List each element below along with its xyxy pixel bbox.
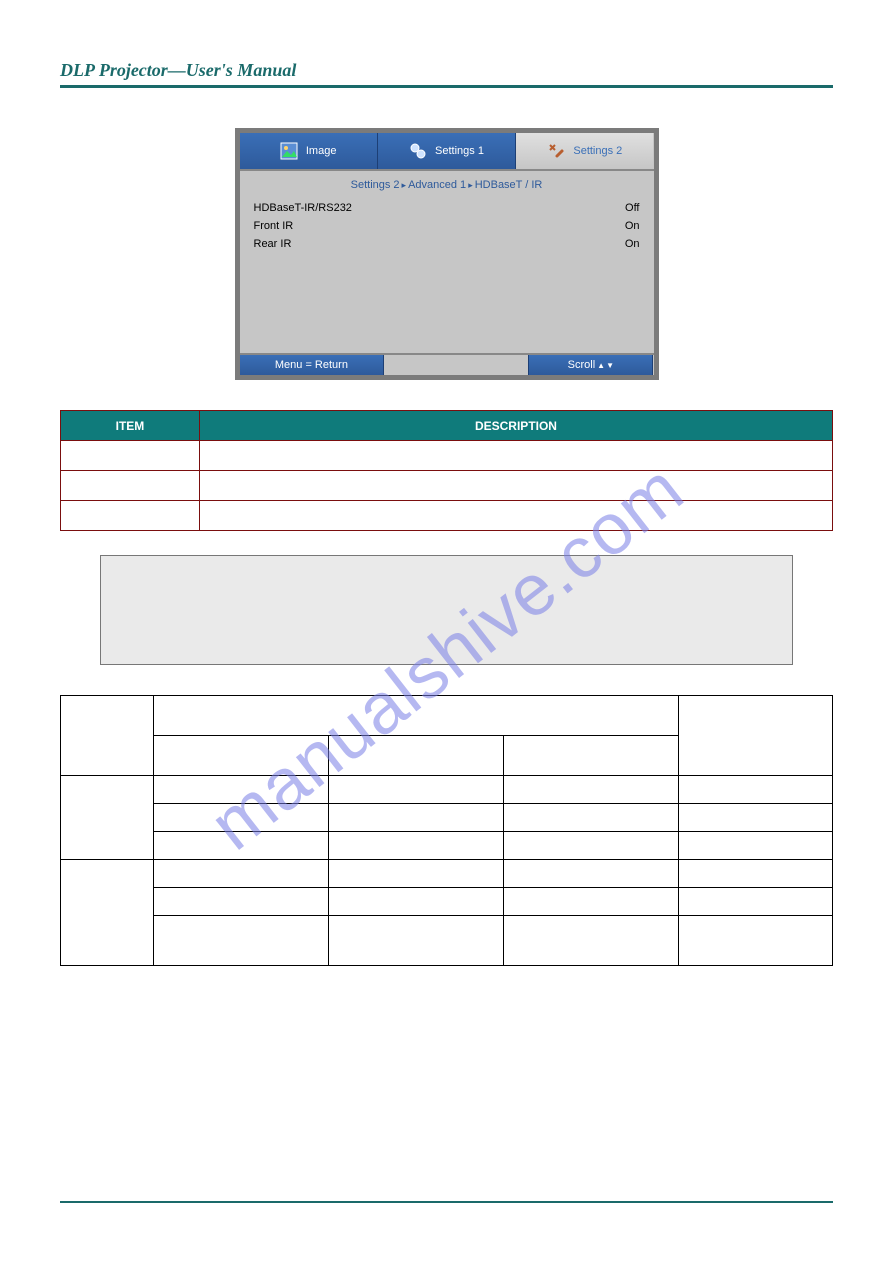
table-row xyxy=(61,501,833,531)
note-box xyxy=(100,555,793,665)
image-icon xyxy=(280,142,298,160)
th xyxy=(61,696,154,776)
item-description-table: ITEM DESCRIPTION xyxy=(60,410,833,531)
gear-icon xyxy=(409,142,427,160)
th xyxy=(328,736,503,776)
tab-settings1-label: Settings 1 xyxy=(435,145,484,157)
table-row xyxy=(61,888,833,916)
tab-settings2-label: Settings 2 xyxy=(573,145,622,157)
osd-row-label: Rear IR xyxy=(254,238,292,250)
table-row xyxy=(61,860,833,888)
row-group-label xyxy=(61,860,154,966)
osd-screenshot: Image Settings 1 Settings 2 Settings 2Ad… xyxy=(235,128,659,380)
table-row xyxy=(61,776,833,804)
th-item: ITEM xyxy=(61,411,200,441)
osd-row-label: HDBaseT-IR/RS232 xyxy=(254,202,352,214)
tab-settings2[interactable]: Settings 2 xyxy=(516,133,653,169)
osd-row-front-ir[interactable]: Front IR On xyxy=(254,217,640,235)
osd-row-label: Front IR xyxy=(254,220,294,232)
row-group-label xyxy=(61,776,154,860)
header-rule xyxy=(60,85,833,88)
th-description: DESCRIPTION xyxy=(199,411,832,441)
th xyxy=(153,736,328,776)
table-row xyxy=(61,441,833,471)
osd-row-rear-ir[interactable]: Rear IR On xyxy=(254,235,640,253)
table-row xyxy=(61,471,833,501)
osd-footer-gap xyxy=(384,355,529,375)
footer-rule xyxy=(60,1201,833,1203)
osd-scroll[interactable]: Scroll xyxy=(529,355,653,375)
table-row xyxy=(61,804,833,832)
tab-settings1[interactable]: Settings 1 xyxy=(378,133,516,169)
chevron-down-icon xyxy=(605,359,614,371)
osd-row-value: Off xyxy=(625,202,639,214)
th xyxy=(503,736,678,776)
osd-menu-return[interactable]: Menu = Return xyxy=(240,355,385,375)
osd-row-value: On xyxy=(625,220,640,232)
table-row xyxy=(61,832,833,860)
tools-icon xyxy=(547,142,565,160)
osd-row-value: On xyxy=(625,238,640,250)
osd-breadcrumb: Settings 2Advanced 1HDBaseT / IR xyxy=(240,171,654,199)
th xyxy=(153,696,678,736)
page-header: DLP Projector—User's Manual xyxy=(60,60,833,85)
chevron-up-icon xyxy=(595,359,605,371)
th xyxy=(678,696,832,776)
table-row xyxy=(61,916,833,966)
tab-image[interactable]: Image xyxy=(240,133,378,169)
function-matrix-table xyxy=(60,695,833,966)
tab-image-label: Image xyxy=(306,145,337,157)
osd-row-hdbaset[interactable]: HDBaseT-IR/RS232 Off xyxy=(254,199,640,217)
